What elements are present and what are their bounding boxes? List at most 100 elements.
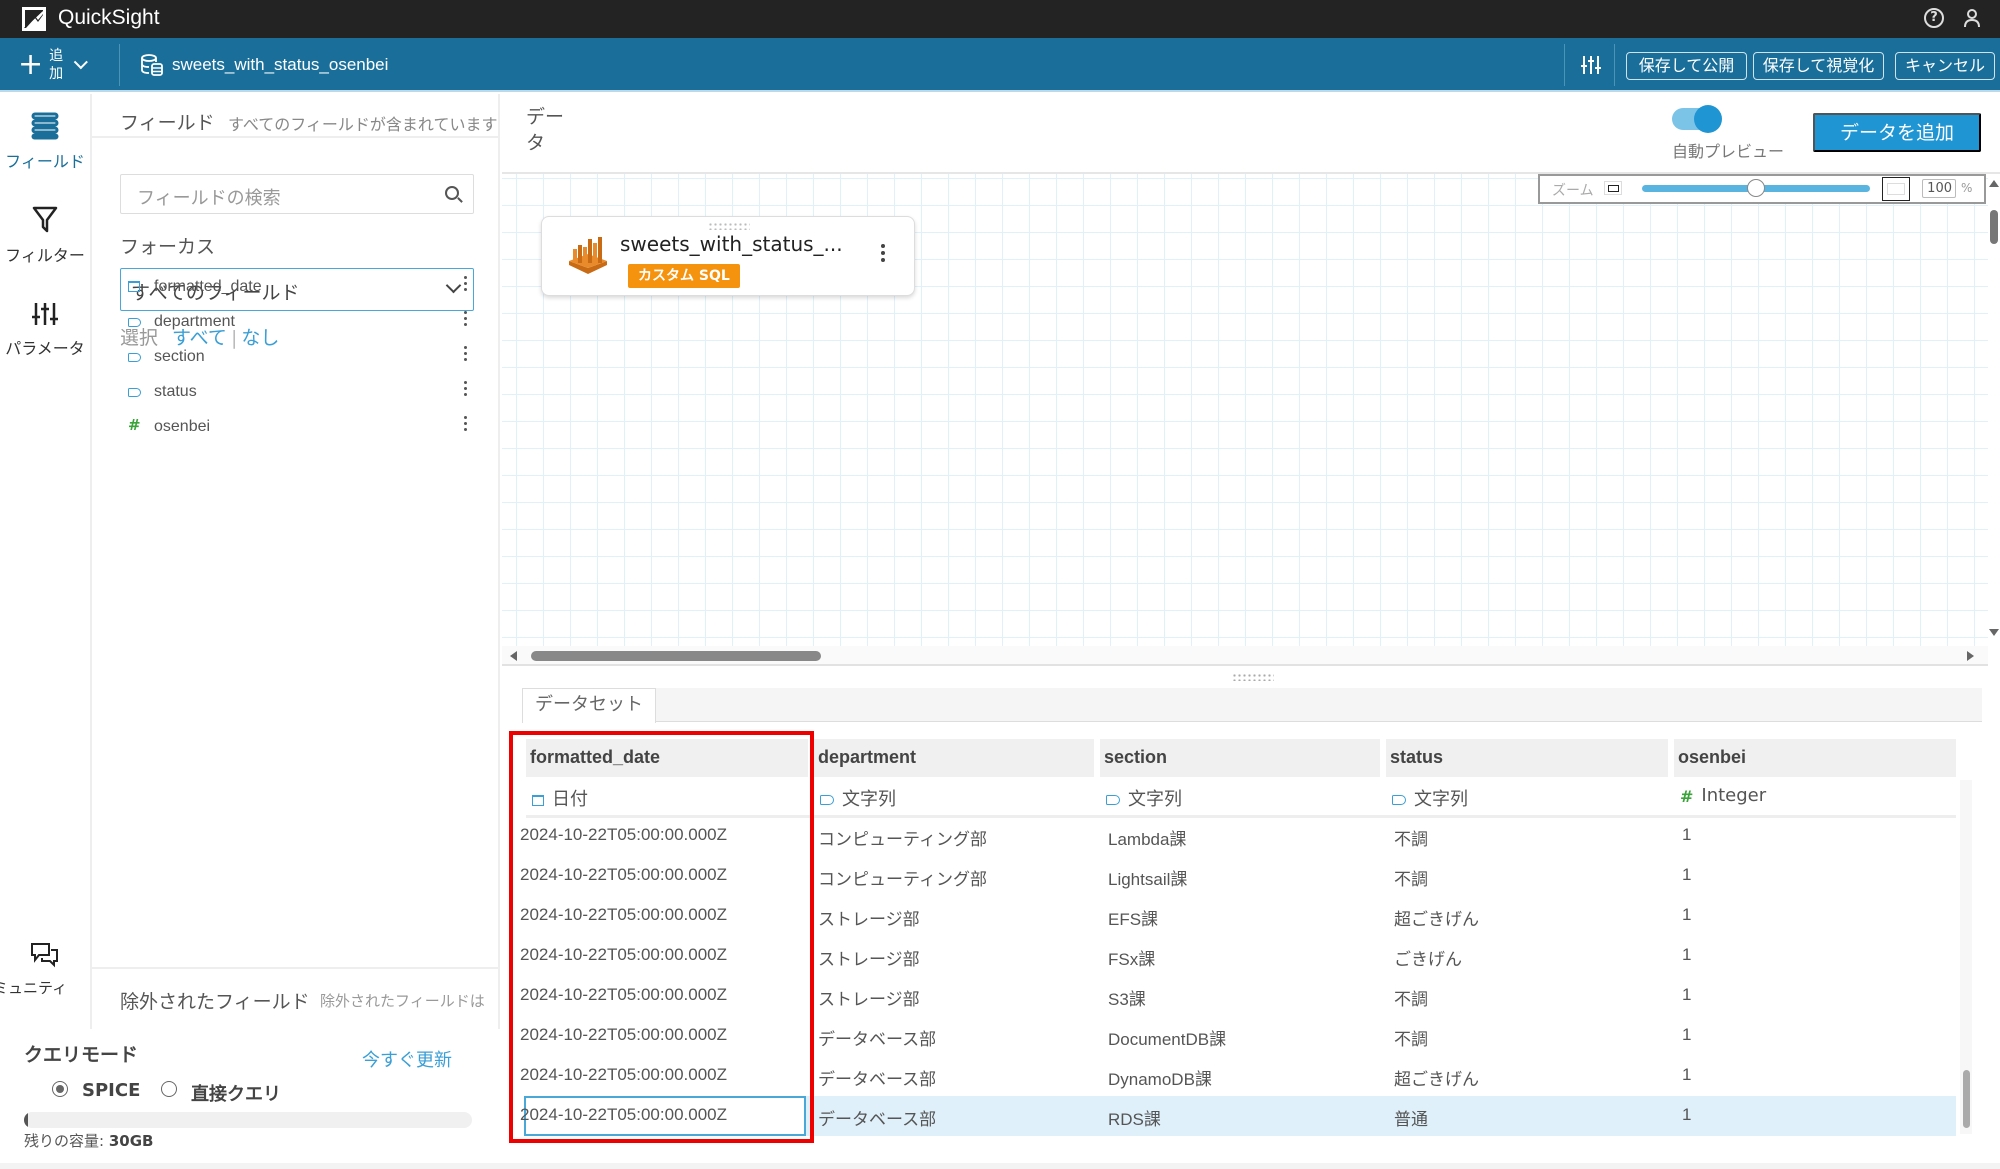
cell-status[interactable]: 不調 xyxy=(1394,865,1428,890)
scroll-down-icon[interactable] xyxy=(1989,629,1999,636)
sliders-settings-icon[interactable] xyxy=(1581,54,1601,76)
zoom-slider-knob[interactable] xyxy=(1747,179,1765,197)
cell-osenbei[interactable]: 1 xyxy=(1682,905,1691,925)
dataset-card[interactable]: sweets_with_status_... カスタム SQL xyxy=(541,216,915,296)
field-item-osenbei[interactable]: # osenbei xyxy=(128,416,468,446)
cell-department[interactable]: ストレージ部 xyxy=(818,985,920,1010)
column-type-department[interactable]: 文字列 xyxy=(814,777,1094,813)
add-button[interactable]: + 追加 xyxy=(18,44,89,86)
scroll-up-icon[interactable] xyxy=(1989,180,1999,187)
table-row[interactable]: 2024-10-22T05:00:00.000Z コンピューティング部 Lambda… xyxy=(520,816,1956,856)
zoom-slider[interactable] xyxy=(1642,179,1870,197)
column-type-formatted-date[interactable]: 日付 xyxy=(526,777,808,813)
cell-formatted-date[interactable]: 2024-10-22T05:00:00.000Z xyxy=(520,985,727,1005)
excluded-fields-section[interactable]: 除外されたフィールド 除外されたフィールドは xyxy=(92,967,500,1029)
column-header-status[interactable]: status xyxy=(1386,739,1668,777)
help-circle-icon[interactable]: ? xyxy=(1924,8,1944,28)
cell-osenbei[interactable]: 1 xyxy=(1682,985,1691,1005)
dataset-name[interactable]: sweets_with_status_osenbei xyxy=(172,55,388,75)
cell-status[interactable]: 不調 xyxy=(1394,1025,1428,1050)
more-options-icon[interactable] xyxy=(880,244,886,265)
cell-department[interactable]: データベース部 xyxy=(818,1065,936,1090)
cell-section[interactable]: S3課 xyxy=(1108,985,1146,1010)
cancel-button[interactable]: キャンセル xyxy=(1895,52,1995,80)
cell-osenbei[interactable]: 1 xyxy=(1682,825,1691,845)
column-type-status[interactable]: 文字列 xyxy=(1386,777,1668,813)
cell-status[interactable]: 超ごきげん xyxy=(1394,1065,1479,1090)
cell-osenbei[interactable]: 1 xyxy=(1682,1025,1691,1045)
cell-formatted-date[interactable]: 2024-10-22T05:00:00.000Z xyxy=(520,905,727,925)
column-header-formatted-date[interactable]: formatted_date xyxy=(526,739,808,777)
cell-status[interactable]: 不調 xyxy=(1394,985,1428,1010)
cell-section[interactable]: DynamoDB課 xyxy=(1108,1065,1212,1090)
cell-section[interactable]: RDS課 xyxy=(1108,1105,1161,1130)
refresh-now-link[interactable]: 今すぐ更新 xyxy=(362,1046,452,1072)
radio-spice[interactable] xyxy=(52,1081,68,1097)
zoom-percent-input[interactable]: 100 xyxy=(1922,179,1956,198)
canvas-vertical-scrollbar[interactable] xyxy=(1988,174,2000,646)
cell-osenbei[interactable]: 1 xyxy=(1682,945,1691,965)
cell-formatted-date[interactable]: 2024-10-22T05:00:00.000Z xyxy=(520,1025,727,1045)
save-and-publish-button[interactable]: 保存して公開 xyxy=(1626,52,1747,80)
scroll-right-icon[interactable] xyxy=(1967,651,1974,661)
cell-department[interactable]: コンピューティング部 xyxy=(818,865,987,890)
add-data-button[interactable]: データを追加 xyxy=(1813,113,1981,152)
cell-formatted-date[interactable]: 2024-10-22T05:00:00.000Z xyxy=(520,945,727,965)
zoom-fit-icon[interactable] xyxy=(1882,177,1910,201)
cell-section[interactable]: Lambda課 xyxy=(1108,825,1186,850)
column-header-section[interactable]: section xyxy=(1100,739,1380,777)
drag-handle-icon[interactable] xyxy=(708,222,750,230)
column-type-osenbei[interactable]: # Integer xyxy=(1674,777,1956,813)
cell-osenbei[interactable]: 1 xyxy=(1682,1065,1691,1085)
user-icon[interactable] xyxy=(1962,8,1982,28)
field-item-department[interactable]: department xyxy=(128,311,468,341)
cell-osenbei[interactable]: 1 xyxy=(1682,865,1691,885)
cell-department[interactable]: データベース部 xyxy=(818,1025,936,1050)
more-options-icon[interactable] xyxy=(462,276,468,294)
more-options-icon[interactable] xyxy=(462,416,468,434)
cell-formatted-date[interactable]: 2024-10-22T05:00:00.000Z xyxy=(520,865,727,885)
cell-section[interactable]: DocumentDB課 xyxy=(1108,1025,1226,1050)
cell-formatted-date[interactable]: 2024-10-22T05:00:00.000Z xyxy=(520,825,727,845)
cell-section[interactable]: FSx課 xyxy=(1108,945,1155,970)
more-options-icon[interactable] xyxy=(462,346,468,364)
cell-formatted-date[interactable]: 2024-10-22T05:00:00.000Z xyxy=(520,1065,727,1085)
field-item-status[interactable]: status xyxy=(128,381,468,411)
table-row[interactable]: 2024-10-22T05:00:00.000Z データベース部 RDS課 普通 1 xyxy=(520,1096,1956,1136)
radio-direct-query[interactable] xyxy=(161,1081,177,1097)
more-options-icon[interactable] xyxy=(462,381,468,399)
column-header-osenbei[interactable]: osenbei xyxy=(1674,739,1956,777)
cell-section[interactable]: EFS課 xyxy=(1108,905,1158,930)
table-row[interactable]: 2024-10-22T05:00:00.000Z ストレージ部 EFS課 超ごきげん 1 xyxy=(520,896,1956,936)
cell-status[interactable]: 超ごきげん xyxy=(1394,905,1479,930)
nav-item-parameters[interactable]: パラメータ xyxy=(0,301,90,359)
cell-status[interactable]: 普通 xyxy=(1394,1105,1428,1130)
table-vertical-scrollbar[interactable] xyxy=(1960,780,1972,1134)
cell-osenbei[interactable]: 1 xyxy=(1682,1105,1691,1125)
cell-status[interactable]: ごきげん xyxy=(1394,945,1462,970)
nav-item-community[interactable]: コミュニティ xyxy=(0,942,90,998)
cell-department[interactable]: データベース部 xyxy=(818,1105,936,1130)
scroll-thumb[interactable] xyxy=(531,651,821,661)
more-options-icon[interactable] xyxy=(462,311,468,329)
auto-preview-toggle[interactable] xyxy=(1672,105,1722,133)
cell-formatted-date[interactable]: 2024-10-22T05:00:00.000Z xyxy=(520,1105,727,1125)
nav-item-filters[interactable]: フィルター xyxy=(0,206,90,266)
field-item-section[interactable]: section xyxy=(128,346,468,376)
radio-spice-label[interactable]: SPICE xyxy=(82,1080,140,1101)
scroll-thumb[interactable] xyxy=(1990,210,1998,244)
table-row[interactable]: 2024-10-22T05:00:00.000Z ストレージ部 FSx課 ごきげん 1 xyxy=(520,936,1956,976)
column-type-section[interactable]: 文字列 xyxy=(1100,777,1380,813)
field-item-formatted-date[interactable]: formatted_date xyxy=(128,276,468,306)
scroll-left-icon[interactable] xyxy=(510,651,517,661)
cell-department[interactable]: コンピューティング部 xyxy=(818,825,987,850)
tab-dataset[interactable]: データセット xyxy=(522,688,656,723)
cell-department[interactable]: ストレージ部 xyxy=(818,945,920,970)
radio-direct-query-label[interactable]: 直接クエリ xyxy=(191,1080,281,1106)
table-row[interactable]: 2024-10-22T05:00:00.000Z データベース部 DynamoDB課… xyxy=(520,1056,1956,1096)
field-search-input[interactable]: フィールドの検索 xyxy=(120,174,474,214)
cell-department[interactable]: ストレージ部 xyxy=(818,905,920,930)
scroll-thumb[interactable] xyxy=(1963,1070,1970,1128)
panel-resize-handle[interactable] xyxy=(1232,673,1274,681)
save-and-visualize-button[interactable]: 保存して視覚化 xyxy=(1753,52,1884,80)
